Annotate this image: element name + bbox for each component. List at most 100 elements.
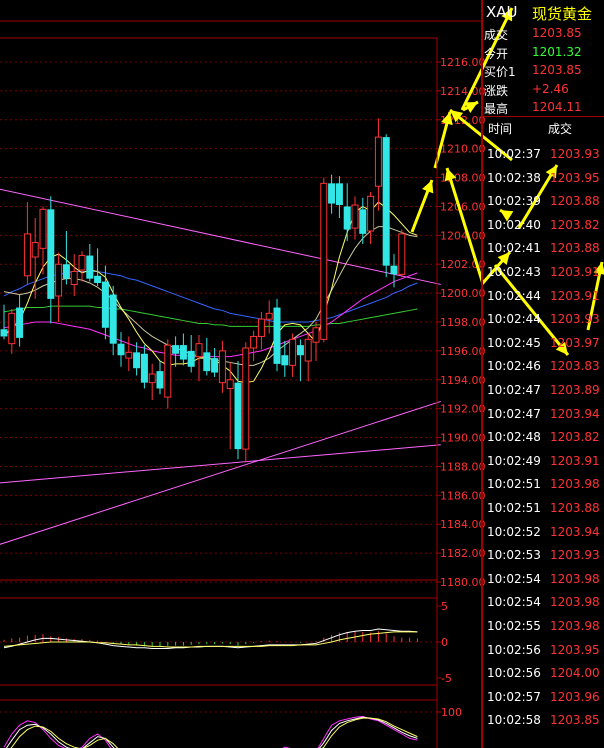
- symbol-code: XAU: [486, 3, 518, 21]
- tick-time: 10:02:47: [487, 406, 541, 421]
- candle-body-up: [23, 233, 31, 277]
- candle-body-up: [70, 270, 78, 285]
- tick-row[interactable]: 10:02:40 1203.82: [484, 214, 604, 237]
- tick-row[interactable]: 10:02:56 1204.00: [484, 662, 604, 685]
- candle-body-up: [242, 347, 250, 450]
- tick-price: 1203.91: [550, 453, 600, 468]
- candle-body-down: [234, 382, 242, 450]
- candle-body-down: [133, 352, 141, 369]
- tick-price: 1203.88: [550, 241, 600, 256]
- tick-row[interactable]: 10:02:57 1203.96: [484, 686, 604, 709]
- tick-time: 10:02:38: [487, 170, 541, 185]
- candle-body-down: [359, 209, 367, 234]
- y-tick-label: 1200.00: [440, 287, 486, 300]
- tick-time: 10:02:48: [487, 430, 541, 445]
- tick-row[interactable]: 10:02:43 1203.91: [484, 261, 604, 284]
- tick-row[interactable]: 10:02:44 1203.93: [484, 308, 604, 331]
- candle-body-down: [382, 137, 390, 266]
- candle-body-up: [289, 338, 297, 366]
- quote-row: 买价1 1203.85: [484, 61, 604, 79]
- candle-body-down: [117, 343, 125, 356]
- candle-body-up: [31, 242, 39, 258]
- quote-row: 成交 1203.85: [484, 24, 604, 42]
- tick-row[interactable]: 10:02:46 1203.83: [484, 355, 604, 378]
- tick-row[interactable]: 10:02:47 1203.89: [484, 379, 604, 402]
- macd-tick-label: 5: [441, 600, 448, 613]
- tick-price: 1203.93: [550, 548, 600, 563]
- tick-row[interactable]: 10:02:49 1203.91: [484, 450, 604, 473]
- tick-row[interactable]: 10:02:47 1203.94: [484, 403, 604, 426]
- tick-time: 10:02:57: [487, 689, 541, 704]
- tick-row[interactable]: 10:02:54 1203.98: [484, 591, 604, 614]
- candle-body-up: [195, 343, 203, 358]
- tick-row[interactable]: 10:02:37 1203.93: [484, 143, 604, 166]
- candle-body-down: [16, 307, 24, 338]
- tick-price: 1203.94: [550, 406, 600, 421]
- tick-time: 10:02:41: [487, 241, 541, 256]
- tick-row[interactable]: 10:02:58 1203.85: [484, 709, 604, 732]
- quote-row: 今开 1201.32: [484, 43, 604, 61]
- tick-price: 1203.96: [550, 689, 600, 704]
- y-tick-label: 1216.00: [440, 56, 486, 69]
- candle-body-down: [179, 345, 187, 360]
- candle-body-down: [156, 371, 164, 389]
- candle-body-down: [140, 353, 148, 383]
- candle-body-down: [343, 206, 351, 230]
- quote-row: 涨跌 +2.46: [484, 80, 604, 98]
- tick-price: 1203.98: [550, 477, 600, 492]
- candle-body-down: [47, 209, 55, 299]
- y-tick-label: 1186.00: [440, 489, 486, 502]
- candle-body-up: [39, 208, 47, 249]
- tick-time: 10:02:44: [487, 288, 541, 303]
- candle-body-up: [250, 335, 258, 349]
- tick-row[interactable]: 10:02:52 1203.94: [484, 521, 604, 544]
- tick-time: 10:02:54: [487, 571, 541, 586]
- tick-time: 10:02:43: [487, 265, 541, 279]
- tick-price: 1203.88: [550, 194, 600, 209]
- tick-row[interactable]: 10:02:51 1203.98: [484, 473, 604, 496]
- tick-row[interactable]: 10:02:51 1203.88: [484, 497, 604, 520]
- ticks-header-time: 时间: [488, 122, 513, 136]
- tick-row[interactable]: 10:02:45 1203.97: [484, 332, 604, 355]
- tick-price: 1203.98: [550, 595, 600, 610]
- tick-row[interactable]: 10:02:41 1203.88: [484, 237, 604, 260]
- quote-label: 成交: [484, 28, 509, 42]
- quote-row: 最高 1204.11: [484, 98, 604, 116]
- candle-body-down: [203, 352, 211, 372]
- candle-body-up: [55, 263, 63, 297]
- tick-row[interactable]: 10:02:48 1203.82: [484, 426, 604, 449]
- tick-time: 10:02:37: [487, 147, 541, 161]
- kdj-chart: 100: [0, 706, 462, 748]
- y-tick-label: 1214.00: [440, 85, 486, 98]
- tick-row[interactable]: 10:02:56 1203.95: [484, 639, 604, 662]
- y-tick-label: 1184.00: [440, 518, 486, 531]
- candle-body-up: [78, 255, 86, 271]
- y-tick-label: 1188.00: [440, 460, 486, 473]
- tick-price: 1203.91: [550, 288, 600, 303]
- quote-label: 涨跌: [484, 83, 509, 98]
- candle-body-up: [312, 327, 320, 343]
- candle-body-down: [62, 264, 70, 279]
- symbol-name: 现货黄金: [532, 5, 593, 23]
- tick-row[interactable]: 10:02:44 1203.91: [484, 285, 604, 308]
- tick-time: 10:02:56: [487, 642, 541, 657]
- tick-row[interactable]: 10:02:39 1203.88: [484, 190, 604, 213]
- candle-body-up: [320, 182, 328, 340]
- y-tick-label: 1190.00: [440, 432, 486, 445]
- tick-row[interactable]: 10:02:54 1203.98: [484, 568, 604, 591]
- tick-price: 1203.95: [550, 642, 600, 657]
- tick-row[interactable]: 10:02:53 1203.93: [484, 544, 604, 567]
- tick-row[interactable]: 10:02:38 1203.95: [484, 167, 604, 190]
- tick-price: 1203.83: [550, 359, 600, 374]
- quote-value: 1203.85: [532, 26, 582, 40]
- y-tick-label: 1198.00: [440, 316, 486, 329]
- candle-body-down: [328, 183, 336, 204]
- candle-body-up: [125, 351, 133, 359]
- tick-price: 1203.98: [550, 571, 600, 586]
- candle-body-down: [211, 358, 219, 373]
- quote-value: +2.46: [532, 81, 569, 96]
- y-tick-label: 1204.00: [440, 229, 486, 242]
- tick-row[interactable]: 10:02:55 1203.98: [484, 615, 604, 638]
- tick-time: 10:02:55: [487, 619, 541, 633]
- tick-time: 10:02:51: [487, 501, 541, 515]
